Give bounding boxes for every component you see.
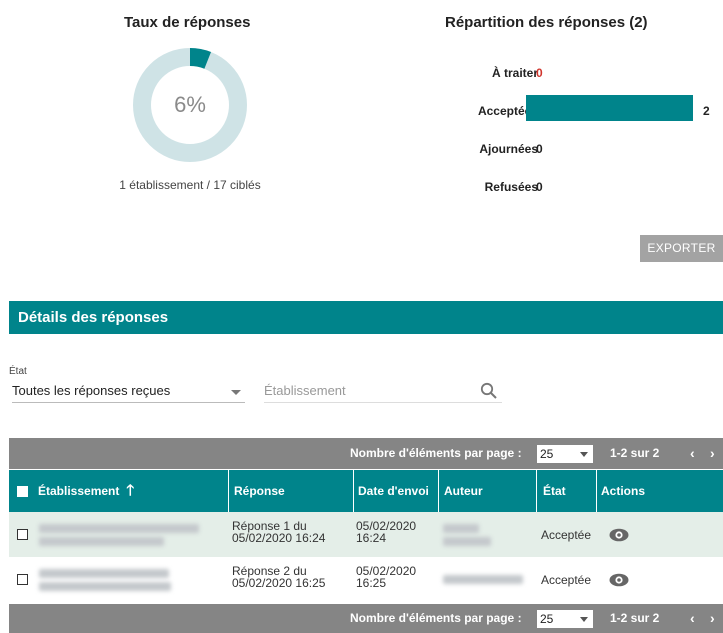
chevron-down-icon [231,390,241,395]
row-checkbox[interactable] [17,529,28,540]
etat-cell: Acceptée [541,528,592,542]
repartition-row: Ajournées 0 [420,138,723,160]
export-button[interactable]: EXPORTER [640,235,723,262]
reponse-line2: 05/02/2020 16:24 [232,531,326,545]
col-etablissement[interactable]: Établissement 🡑 [32,470,229,512]
prev-page-button[interactable]: ‹ [690,604,695,633]
page-range: 1-2 sur 2 [610,611,660,625]
repartition-label: À traiter [491,66,538,80]
view-eye-icon[interactable] [609,573,629,587]
repartition-title: Répartition des réponses (2) [445,14,648,31]
search-placeholder: Établissement [264,383,346,398]
pager-bottom: Nombre d'éléments par page : 25 1-2 sur … [9,604,723,633]
chevron-down-icon [580,452,588,457]
prev-page-button[interactable]: ‹ [690,438,695,469]
repartition-row: Acceptées 2 [420,95,723,122]
date-line2: 16:25 [356,576,387,590]
col-etablissement-label: Établissement [38,484,120,498]
etablissement-name-redacted [39,537,164,546]
reponse-line2: 05/02/2020 16:25 [232,576,326,590]
response-rate-donut: 6% [131,46,249,164]
repartition-row: Refusées 0 [420,176,723,198]
table-row: Réponse 1 du 05/02/2020 16:24 05/02/2020… [9,512,723,557]
col-auteur-label: Auteur [444,484,483,498]
details-header: Détails des réponses [9,301,723,334]
select-all-checkbox[interactable] [17,486,28,497]
state-select[interactable]: Toutes les réponses reçues [12,381,245,403]
auteur-redacted [443,537,491,546]
state-select-value: Toutes les réponses reçues [12,383,171,398]
col-etat-label: État [543,484,566,498]
repartition-bar [526,95,693,121]
col-actions: Actions [597,470,723,512]
search-icon[interactable] [480,382,498,400]
page-range: 1-2 sur 2 [610,446,660,460]
page-size-select[interactable]: 25 [537,445,593,463]
col-auteur: Auteur [439,470,537,512]
table-header: Établissement 🡑 Réponse Date d'envoi Aute… [9,470,723,512]
repartition-value: 0 [536,66,543,80]
date-cell: 05/02/2020 16:25 [356,565,416,589]
reponse-cell[interactable]: Réponse 2 du 05/02/2020 16:25 [232,565,325,589]
page-size-value: 25 [540,612,554,626]
table-row: Réponse 2 du 05/02/2020 16:25 05/02/2020… [9,557,723,602]
chevron-down-icon [580,617,588,622]
reponse-cell[interactable]: Réponse 1 du 05/02/2020 16:24 [232,520,325,544]
pager-top: Nombre d'éléments par page : 25 1-2 sur … [9,438,723,469]
col-reponse-label: Réponse [234,484,285,498]
etablissement-name-redacted [39,582,171,591]
view-eye-icon[interactable] [609,528,629,542]
page-size-select[interactable]: 25 [537,610,593,628]
date-line2: 16:24 [356,531,387,545]
auteur-redacted [443,575,523,584]
repartition-value: 2 [703,104,710,118]
etablissement-name-redacted [39,569,169,578]
auteur-redacted [443,524,479,533]
date-cell: 05/02/2020 16:24 [356,520,416,544]
sort-arrow-up-icon[interactable]: 🡑 [126,470,134,512]
next-page-button[interactable]: › [710,438,715,469]
repartition-value: 0 [536,180,543,194]
row-checkbox[interactable] [17,574,28,585]
page-size-value: 25 [540,447,554,461]
donut-caption: 1 établissement / 17 ciblés [119,178,261,192]
repartition-label: Refusées [484,180,538,194]
col-actions-label: Actions [601,484,646,498]
col-etat: État [537,470,597,512]
etablissement-name-redacted [39,524,199,533]
repartition-value: 0 [536,142,543,156]
etablissement-search-input[interactable]: Établissement [264,381,502,403]
taux-title: Taux de réponses [124,14,251,31]
next-page-button[interactable]: › [710,604,715,633]
col-reponse: Réponse [229,470,354,512]
etat-cell: Acceptée [541,573,592,587]
repartition-label: Ajournées [479,142,538,156]
col-date: Date d'envoi [354,470,439,512]
repartition-row: À traiter 0 [420,62,723,84]
page-size-label: Nombre d'éléments par page : [350,611,522,625]
state-filter-label: État [9,366,27,377]
col-date-label: Date d'envoi [358,484,429,498]
donut-percent: 6% [174,92,206,117]
page-size-label: Nombre d'éléments par page : [350,446,522,460]
